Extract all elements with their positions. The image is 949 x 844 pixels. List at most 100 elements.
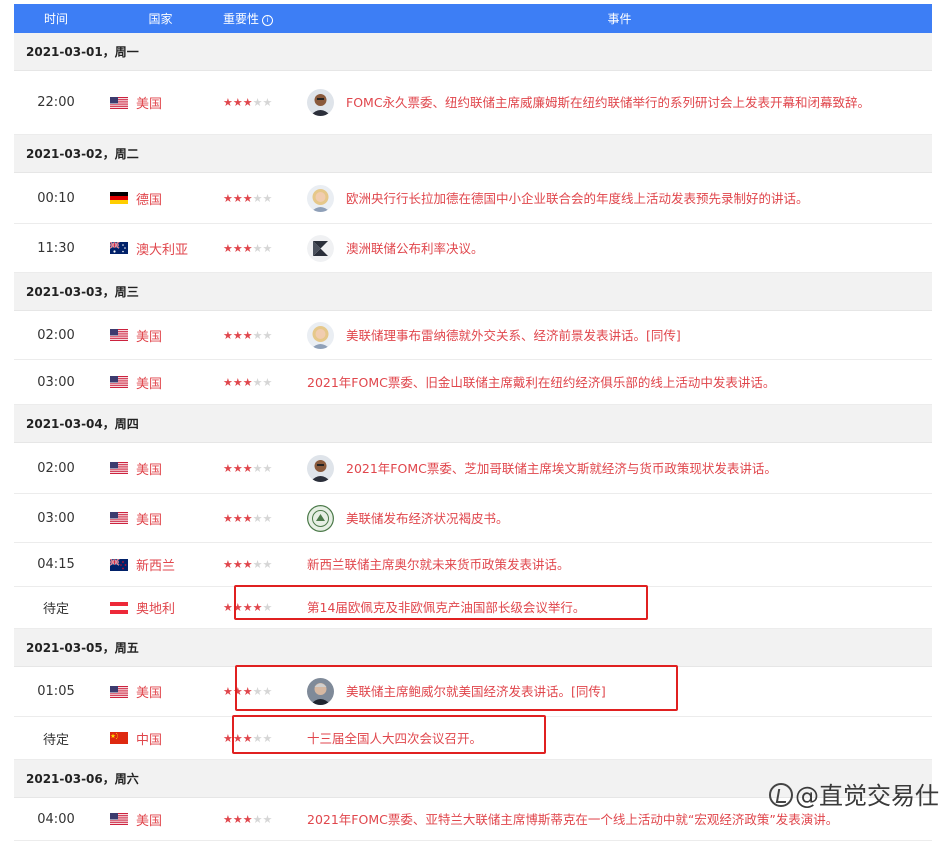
event-country: 美国 [98,459,223,478]
event-country: 美国 [98,810,223,829]
star-empty-icon: ★ [252,375,263,389]
flag-us-icon [110,685,128,698]
date-label: 2021-03-03，周三 [26,285,139,299]
event-text[interactable]: 2021年FOMC票委、旧金山联储主席戴利在纽约经济俱乐部的线上活动中发表讲话。 [307,373,775,392]
event-text[interactable]: 2021年FOMC票委、芝加哥联储主席埃文斯就经济与货币政策现状发表讲话。 [346,459,777,478]
star-empty-icon: ★ [252,96,263,109]
date-label: 2021-03-06，周六 [26,772,139,786]
star-empty-icon: ★ [262,328,273,342]
flag-de-icon [110,192,128,204]
star-filled-icon: ★ [232,191,243,205]
person-avatar-dark [307,89,334,116]
event-time: 待定 [42,732,69,748]
event-time: 待定 [42,602,69,617]
event-text[interactable]: 美联储理事布雷纳德就外交关系、经济前景发表讲话。[同传] [346,326,681,345]
date-row: 2021-03-04，周四 [14,405,932,443]
country-name[interactable]: 美国 [136,326,162,345]
event-text[interactable]: 2021年FOMC票委、亚特兰大联储主席博斯蒂克在一个线上活动中就“宏观经济政策… [307,810,838,829]
country-name[interactable]: 美国 [136,810,162,829]
country-name[interactable]: 美国 [136,93,162,112]
star-filled-icon: ★ [223,461,233,475]
star-filled-icon: ★ [223,241,233,255]
flag-us-icon [110,813,128,825]
country-name[interactable]: 澳大利亚 [136,239,188,258]
country-name[interactable]: 美国 [136,682,162,701]
header-time: 时间 [43,12,68,26]
star-empty-icon: ★ [262,375,273,389]
flag-us-icon [110,329,128,341]
event-country: 美国 [98,682,223,701]
event-text[interactable]: 美联储发布经济状况褐皮书。 [346,509,509,528]
event-cell: 2021年FOMC票委、芝加哥联储主席埃文斯就经济与货币政策现状发表讲话。 [307,454,932,482]
event-row[interactable]: 02:00 美国 ★★★★★ 2021年FOMC票委、芝加哥联储主席埃文斯就经济与货币… [14,443,932,494]
event-country: 德国 [98,189,223,208]
event-row[interactable]: 03:00 美国 ★★★★★ 美联储发布经济状况褐皮书。 [14,494,932,543]
country-name[interactable]: 美国 [136,509,162,528]
importance-stars: ★★★★★ [223,192,307,205]
star-filled-icon: ★ [232,511,243,525]
info-icon[interactable]: i [262,15,274,26]
country-name[interactable]: 奥地利 [136,598,175,617]
country-name[interactable]: 新西兰 [136,555,175,574]
star-empty-icon: ★ [262,191,273,205]
watermark-text: @直觉交易仕 [795,782,939,810]
event-row[interactable]: 11:30 澳大利亚 ★★★★★ 澳洲联储公布利率决议。 [14,224,932,273]
star-filled-icon: ★ [242,511,253,525]
star-empty-icon: ★ [262,812,273,826]
event-cell: 2021年FOMC票委、亚特兰大联储主席博斯蒂克在一个线上活动中就“宏观经济政策… [307,810,932,829]
date-row: 2021-03-01，周一 [14,33,932,71]
date-row: 2021-03-05，周五 [14,629,932,667]
star-empty-icon: ★ [262,461,273,475]
event-country: 美国 [98,93,223,112]
star-filled-icon: ★ [232,812,243,826]
event-row[interactable]: 00:10 德国 ★★★★★ 欧洲央行行长拉加德在德国中小企业联合会的年度线上活动发表… [14,173,932,224]
star-empty-icon: ★ [252,461,263,475]
star-filled-icon: ★ [242,558,253,571]
event-row[interactable]: 04:15 新西兰 ★★★★★ 新西兰联储主席奥尔就未来货币政策发表讲话。 [14,543,932,587]
star-filled-icon: ★ [242,241,253,255]
event-country: 美国 [98,509,223,528]
event-time: 04:15 [37,557,75,572]
flag-us-icon [110,512,128,524]
star-filled-icon: ★ [223,96,233,109]
header-country: 国家 [148,12,173,26]
star-empty-icon: ★ [262,558,273,571]
importance-stars: ★★★★★ [223,376,307,389]
event-cell: 美联储理事布雷纳德就外交关系、经济前景发表讲话。[同传] [307,321,932,349]
country-name[interactable]: 美国 [136,373,162,392]
star-filled-icon: ★ [242,96,253,109]
event-country: 中国 [98,729,223,748]
event-country: 美国 [98,373,223,392]
watermark-logo-icon [769,783,793,807]
country-name[interactable]: 德国 [136,189,162,208]
star-filled-icon: ★ [242,328,253,342]
country-name[interactable]: 中国 [136,729,162,748]
star-empty-icon: ★ [252,191,263,205]
country-name[interactable]: 美国 [136,459,162,478]
event-time: 03:00 [37,510,75,526]
star-filled-icon: ★ [223,191,233,205]
person-avatar-blonde [307,321,334,349]
event-text[interactable]: 欧洲央行行长拉加德在德国中小企业联合会的年度线上活动发表预先录制好的讲话。 [346,189,809,208]
flag-au-icon [110,242,128,254]
star-empty-icon: ★ [252,511,263,525]
star-filled-icon: ★ [242,812,253,826]
date-row: 2021-03-02，周二 [14,135,932,173]
star-filled-icon: ★ [223,812,233,826]
event-country: 奥地利 [98,598,223,617]
event-row[interactable]: 22:00 美国 ★★★★★ FOMC永久票委、纽约联储主席威廉姆斯在纽约联储举行的系… [14,71,932,135]
fed-seal-icon [307,504,334,532]
star-empty-icon: ★ [252,558,263,571]
star-filled-icon: ★ [232,328,243,342]
event-text[interactable]: FOMC永久票委、纽约联储主席威廉姆斯在纽约联储举行的系列研讨会上发表开幕和闭幕… [346,93,870,112]
event-row[interactable]: 02:00 美国 ★★★★★ 美联储理事布雷纳德就外交关系、经济前景发表讲话。[同传] [14,311,932,360]
highlight-box-powell [235,665,678,711]
event-text[interactable]: 新西兰联储主席奥尔就未来货币政策发表讲话。 [307,555,570,574]
star-filled-icon: ★ [242,375,253,389]
event-row[interactable]: 03:00 美国 ★★★★★ 2021年FOMC票委、旧金山联储主席戴利在纽约经济俱乐… [14,360,932,405]
star-filled-icon: ★ [232,241,243,255]
event-text[interactable]: 澳洲联储公布利率决议。 [346,239,484,258]
event-cell: 美联储发布经济状况褐皮书。 [307,504,932,532]
event-country: 澳大利亚 [98,239,223,258]
star-filled-icon: ★ [242,191,253,205]
